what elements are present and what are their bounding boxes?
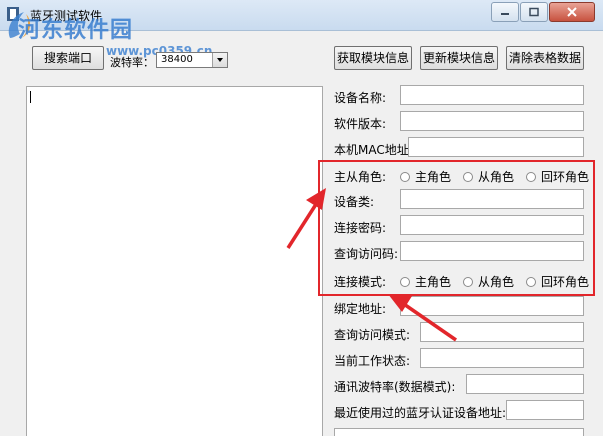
close-button[interactable] (549, 2, 595, 22)
watermark-text: 河东软件园 (18, 17, 134, 43)
device-name-field[interactable] (400, 85, 584, 105)
baud-rate-select[interactable]: 38400 (156, 52, 228, 68)
annotation-highlight-box (318, 160, 595, 296)
text-cursor (30, 91, 31, 103)
software-version-field[interactable] (400, 111, 584, 131)
bind-address-field[interactable] (400, 296, 584, 316)
maximize-icon (529, 7, 539, 17)
local-mac-field[interactable] (408, 137, 584, 157)
device-name-label: 设备名称: (334, 91, 387, 105)
bottom-field[interactable] (334, 428, 584, 436)
recent-device-address-label: 最近使用过的蓝牙认证设备地址: (334, 406, 507, 420)
dropdown-button[interactable] (212, 53, 227, 67)
recent-device-address-field[interactable] (506, 400, 584, 420)
baud-label: 波特率： (110, 56, 154, 69)
search-port-button[interactable]: 搜索端口 (32, 46, 104, 70)
chevron-down-icon (217, 58, 223, 62)
update-module-info-button[interactable]: 更新模块信息 (420, 46, 498, 70)
clear-table-button[interactable]: 清除表格数据 (506, 46, 584, 70)
current-state-label: 当前工作状态: (334, 354, 411, 368)
current-state-field[interactable] (420, 348, 584, 368)
baud-rate-data-mode-label: 通讯波特率(数据模式): (334, 380, 456, 394)
baud-rate-data-mode-field[interactable] (466, 374, 584, 394)
baud-rate-value: 38400 (161, 54, 193, 65)
app-window: 蓝牙测试软件 河东软件园 www.pc0359.cn 搜索端口 波特率： 384… (0, 0, 603, 436)
bind-address-label: 绑定地址: (334, 302, 387, 316)
window-controls (490, 2, 595, 22)
close-icon (567, 7, 577, 17)
software-version-label: 软件版本: (334, 117, 387, 131)
inquiry-mode-field[interactable] (420, 322, 584, 342)
minimize-icon (501, 13, 509, 15)
output-textarea[interactable] (26, 86, 323, 436)
get-module-info-button[interactable]: 获取模块信息 (334, 46, 412, 70)
minimize-button[interactable] (491, 2, 519, 22)
inquiry-mode-label: 查询访问模式: (334, 328, 411, 342)
local-mac-label: 本机MAC地址: (334, 143, 413, 157)
maximize-button[interactable] (520, 2, 548, 22)
